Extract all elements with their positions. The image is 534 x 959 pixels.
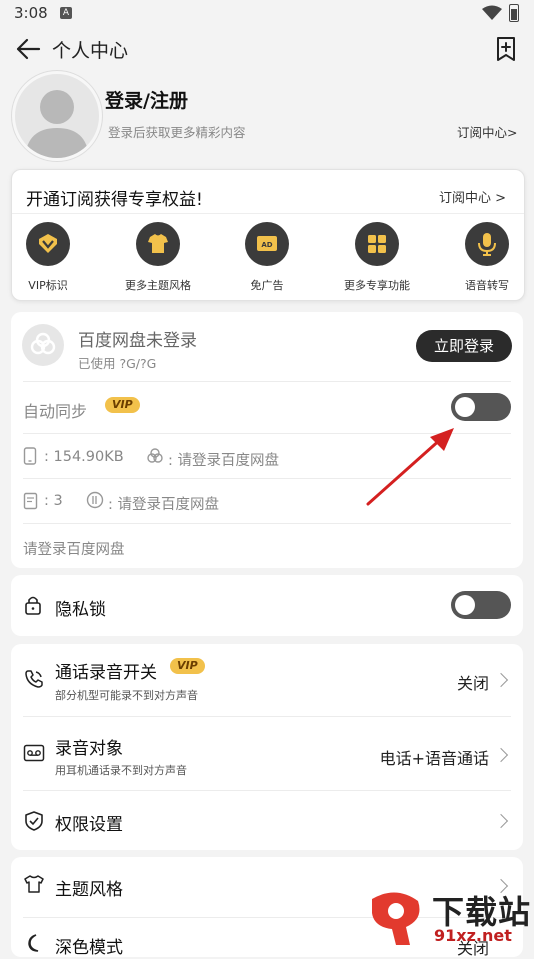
- record-target-value[interactable]: 电话+语音通话: [380, 745, 489, 769]
- call-record-title: 通话录音开关: [55, 663, 157, 683]
- moon-icon: [28, 934, 39, 952]
- subscription-center-link[interactable]: 订阅中心>: [457, 122, 517, 141]
- dark-mode-title[interactable]: 深色模式: [55, 933, 123, 958]
- subscription-card: 开通订阅获得专享权益! 订阅中心 > VIP标识 更多主题风格 AD 免广告 更…: [11, 169, 525, 301]
- permission-settings-title[interactable]: 权限设置: [55, 810, 123, 835]
- shirt-icon: [136, 222, 180, 266]
- cloud-size: : 请登录百度网盘: [168, 453, 279, 469]
- feature-label: 更多专享功能: [344, 279, 410, 292]
- record-target-title: 录音对象: [55, 739, 123, 759]
- chevron-right-icon: [493, 672, 509, 688]
- feature-label: VIP标识: [28, 279, 68, 292]
- feature-label: 更多主题风格: [125, 279, 191, 292]
- phone-call-icon: [25, 670, 43, 688]
- page-title: 个人中心: [52, 40, 129, 62]
- status-time: 3:08: [14, 4, 48, 22]
- vip-diamond-icon: [26, 222, 70, 266]
- avatar[interactable]: [12, 71, 102, 161]
- user-silhouette-icon: [25, 90, 89, 158]
- login-register-title[interactable]: 登录/注册: [105, 86, 188, 113]
- baidu-status-title: 百度网盘未登录: [78, 331, 197, 351]
- grid-icon: [355, 222, 399, 266]
- feature-vip-badge[interactable]: VIP标识: [0, 222, 98, 293]
- feature-more-functions[interactable]: 更多专享功能: [327, 222, 427, 293]
- divider: [12, 213, 524, 214]
- storage-used: 已使用 ?G/?G: [78, 356, 157, 371]
- shield-check-icon: [25, 811, 43, 831]
- battery-icon: [509, 4, 519, 22]
- cloud-count: : 请登录百度网盘: [108, 497, 219, 513]
- svg-text:AD: AD: [261, 241, 272, 249]
- privacy-lock-toggle[interactable]: [451, 591, 511, 619]
- shirt-outline-icon: [24, 875, 44, 893]
- annotation-arrow: [366, 428, 454, 506]
- chevron-right-icon: [493, 747, 509, 763]
- feature-voice-transcription[interactable]: 语音转写: [437, 222, 534, 293]
- cloud-count-icon: [86, 491, 104, 509]
- watermark-emblem-icon: [372, 892, 420, 945]
- bookmark-add-icon[interactable]: [494, 36, 518, 62]
- call-record-value[interactable]: 关闭: [457, 670, 489, 694]
- subscription-title: 开通订阅获得专享权益!: [26, 190, 203, 210]
- microphone-icon: [465, 222, 509, 266]
- divider: [23, 381, 511, 382]
- vip-badge: VIP: [170, 658, 205, 674]
- local-count: : 3: [44, 493, 63, 509]
- vip-badge: VIP: [105, 397, 140, 413]
- wifi-icon: [482, 5, 502, 20]
- ad-icon: AD: [245, 222, 289, 266]
- feature-themes[interactable]: 更多主题风格: [108, 222, 208, 293]
- cloud-storage-icon: [147, 448, 163, 463]
- voicemail-icon: [23, 744, 45, 762]
- record-target-subtitle: 用耳机通话录不到对方声音: [55, 764, 187, 777]
- watermark-site: 91xz.net: [434, 926, 512, 945]
- login-now-button[interactable]: 立即登录: [416, 330, 512, 362]
- sync-hint[interactable]: 请登录百度网盘: [23, 538, 125, 559]
- auto-sync-toggle[interactable]: [451, 393, 511, 421]
- subscription-center-link-2[interactable]: 订阅中心 >: [439, 187, 506, 206]
- divider: [23, 790, 511, 791]
- back-arrow-icon[interactable]: [14, 36, 42, 62]
- divider: [23, 716, 511, 717]
- baidu-cloud-icon: [22, 324, 64, 366]
- privacy-lock-label: 隐私锁: [55, 600, 106, 620]
- phone-storage-icon: [23, 447, 37, 465]
- chevron-right-icon: [493, 813, 509, 829]
- feature-no-ads[interactable]: AD 免广告: [217, 222, 317, 293]
- watermark-logo: 下载站 91xz.net: [366, 883, 534, 950]
- call-record-subtitle: 部分机型可能录不到对方声音: [55, 689, 198, 702]
- privacy-lock-card[interactable]: 隐私锁: [11, 575, 523, 636]
- lock-icon: [25, 596, 41, 615]
- recording-card: 通话录音开关 VIP 部分机型可能录不到对方声音 关闭 录音对象 用耳机通话录不…: [11, 644, 523, 850]
- auto-sync-label: 自动同步: [23, 402, 88, 421]
- feature-label: 免广告: [250, 279, 284, 292]
- local-size: : 154.90KB: [44, 449, 124, 465]
- theme-style-title[interactable]: 主题风格: [55, 875, 123, 900]
- feature-label: 语音转写: [465, 279, 509, 292]
- note-count-icon: [23, 492, 38, 510]
- notification-icon: A: [60, 7, 72, 19]
- login-subtitle: 登录后获取更多精彩内容: [108, 125, 246, 140]
- divider: [23, 523, 511, 524]
